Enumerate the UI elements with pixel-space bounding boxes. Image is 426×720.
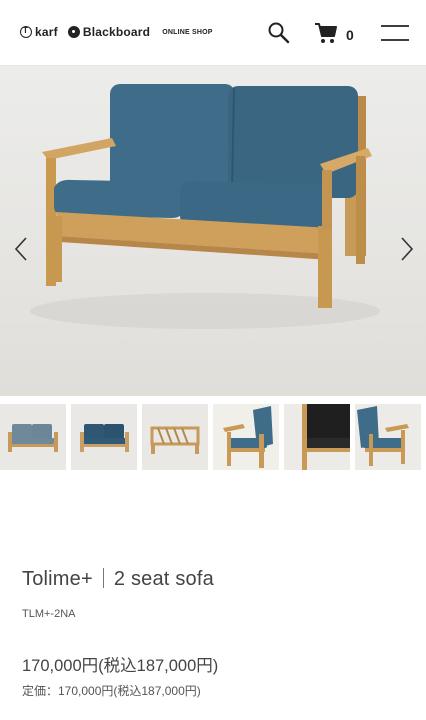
menu-icon — [381, 25, 409, 41]
blackboard-logo-icon — [67, 26, 80, 38]
product-list-price: 定価：170,000円(税込187,000円) — [22, 684, 201, 698]
chevron-right-icon — [401, 237, 414, 261]
product-price: 170,000円(税込187,000円) — [22, 657, 219, 675]
karf-logo-icon — [20, 26, 32, 38]
product-main-image[interactable] — [0, 66, 426, 396]
thumbnail-3[interactable] — [142, 404, 208, 470]
thumbnail-6[interactable] — [355, 404, 421, 470]
search-button[interactable] — [266, 20, 292, 46]
thumbnail-1[interactable] — [0, 404, 66, 470]
cart-button[interactable]: 0 — [314, 20, 360, 46]
thumbnail-5[interactable] — [284, 404, 350, 470]
search-icon — [268, 22, 290, 44]
sofa-illustration — [30, 84, 380, 329]
brand-secondary: Blackboard — [82, 25, 151, 39]
product-title: Tolime+ 2 seat sofa — [22, 568, 214, 591]
site-logo[interactable]: karf Blackboard ONLINE SHOP — [20, 25, 213, 39]
product-sku: TLM+-2NA — [22, 608, 76, 620]
product-name: 2 seat sofa — [113, 568, 214, 590]
menu-button[interactable] — [380, 22, 410, 44]
title-separator — [102, 568, 104, 588]
product-brand: Tolime+ — [22, 568, 93, 590]
site-header: karf Blackboard ONLINE SHOP 0 — [0, 0, 426, 66]
chevron-left-icon — [14, 237, 27, 261]
next-image-button[interactable] — [396, 234, 416, 264]
cart-count: 0 — [346, 27, 354, 43]
prev-image-button[interactable] — [12, 234, 32, 264]
cart-icon — [315, 23, 337, 43]
brand-primary: karf — [35, 25, 58, 39]
thumbnail-4[interactable] — [213, 404, 279, 470]
blackboard-logo: Blackboard — [67, 25, 151, 39]
thumbnail-strip — [0, 404, 426, 470]
brand-sub: ONLINE SHOP — [162, 28, 213, 36]
thumbnail-2[interactable] — [71, 404, 137, 470]
karf-logo: karf — [20, 25, 58, 39]
